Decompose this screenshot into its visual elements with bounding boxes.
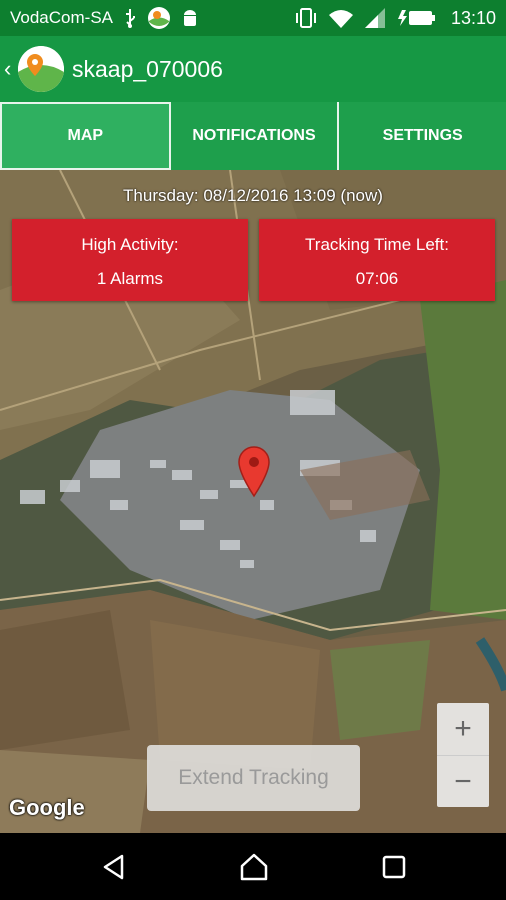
android-debug-icon [184, 10, 196, 26]
app-logo[interactable] [18, 46, 64, 92]
tracking-time-label: Tracking Time Left: [305, 235, 449, 254]
high-activity-label: High Activity: [81, 235, 179, 254]
usb-icon [126, 9, 135, 28]
clock: 13:10 [450, 8, 496, 28]
home-icon[interactable] [238, 851, 270, 883]
google-attribution: Google [9, 795, 85, 820]
back-arrow-icon[interactable]: ‹ [4, 56, 11, 82]
tracking-timestamp: Thursday: 08/12/2016 13:09 (now) [123, 186, 383, 205]
tab-notifications[interactable]: NOTIFICATIONS [171, 102, 340, 170]
tracking-time-value: 07:06 [355, 269, 399, 288]
zoom-controls: + − [437, 703, 489, 807]
app-bar: ‹ skaap_070006 [0, 36, 506, 102]
carrier-name: VodaCom-SA [10, 8, 113, 27]
page-title: skaap_070006 [72, 56, 223, 82]
tab-bar: MAP NOTIFICATIONS SETTINGS [0, 102, 506, 170]
extend-tracking-button[interactable]: Extend Tracking [147, 745, 360, 811]
tracking-time-card[interactable]: Tracking Time Left: 07:06 [259, 219, 495, 301]
recents-icon[interactable] [381, 854, 407, 880]
zoom-in-button[interactable]: + [437, 703, 489, 755]
wifi-icon [329, 10, 353, 28]
signal-icon [365, 8, 385, 28]
battery-charging-icon [398, 10, 435, 26]
zoom-out-button[interactable]: − [437, 756, 489, 808]
tab-settings[interactable]: SETTINGS [339, 102, 506, 170]
alarm-count: 1 Alarms [96, 269, 164, 288]
location-pin-icon[interactable] [238, 446, 270, 498]
app-notification-icon [148, 7, 170, 29]
tab-map[interactable]: MAP [0, 102, 171, 170]
back-icon[interactable] [100, 853, 128, 881]
vibrate-icon [296, 8, 316, 28]
status-bar: VodaCom-SA 13:10 [0, 0, 506, 36]
high-activity-card[interactable]: High Activity: 1 Alarms [12, 219, 248, 301]
navigation-bar [0, 833, 506, 900]
